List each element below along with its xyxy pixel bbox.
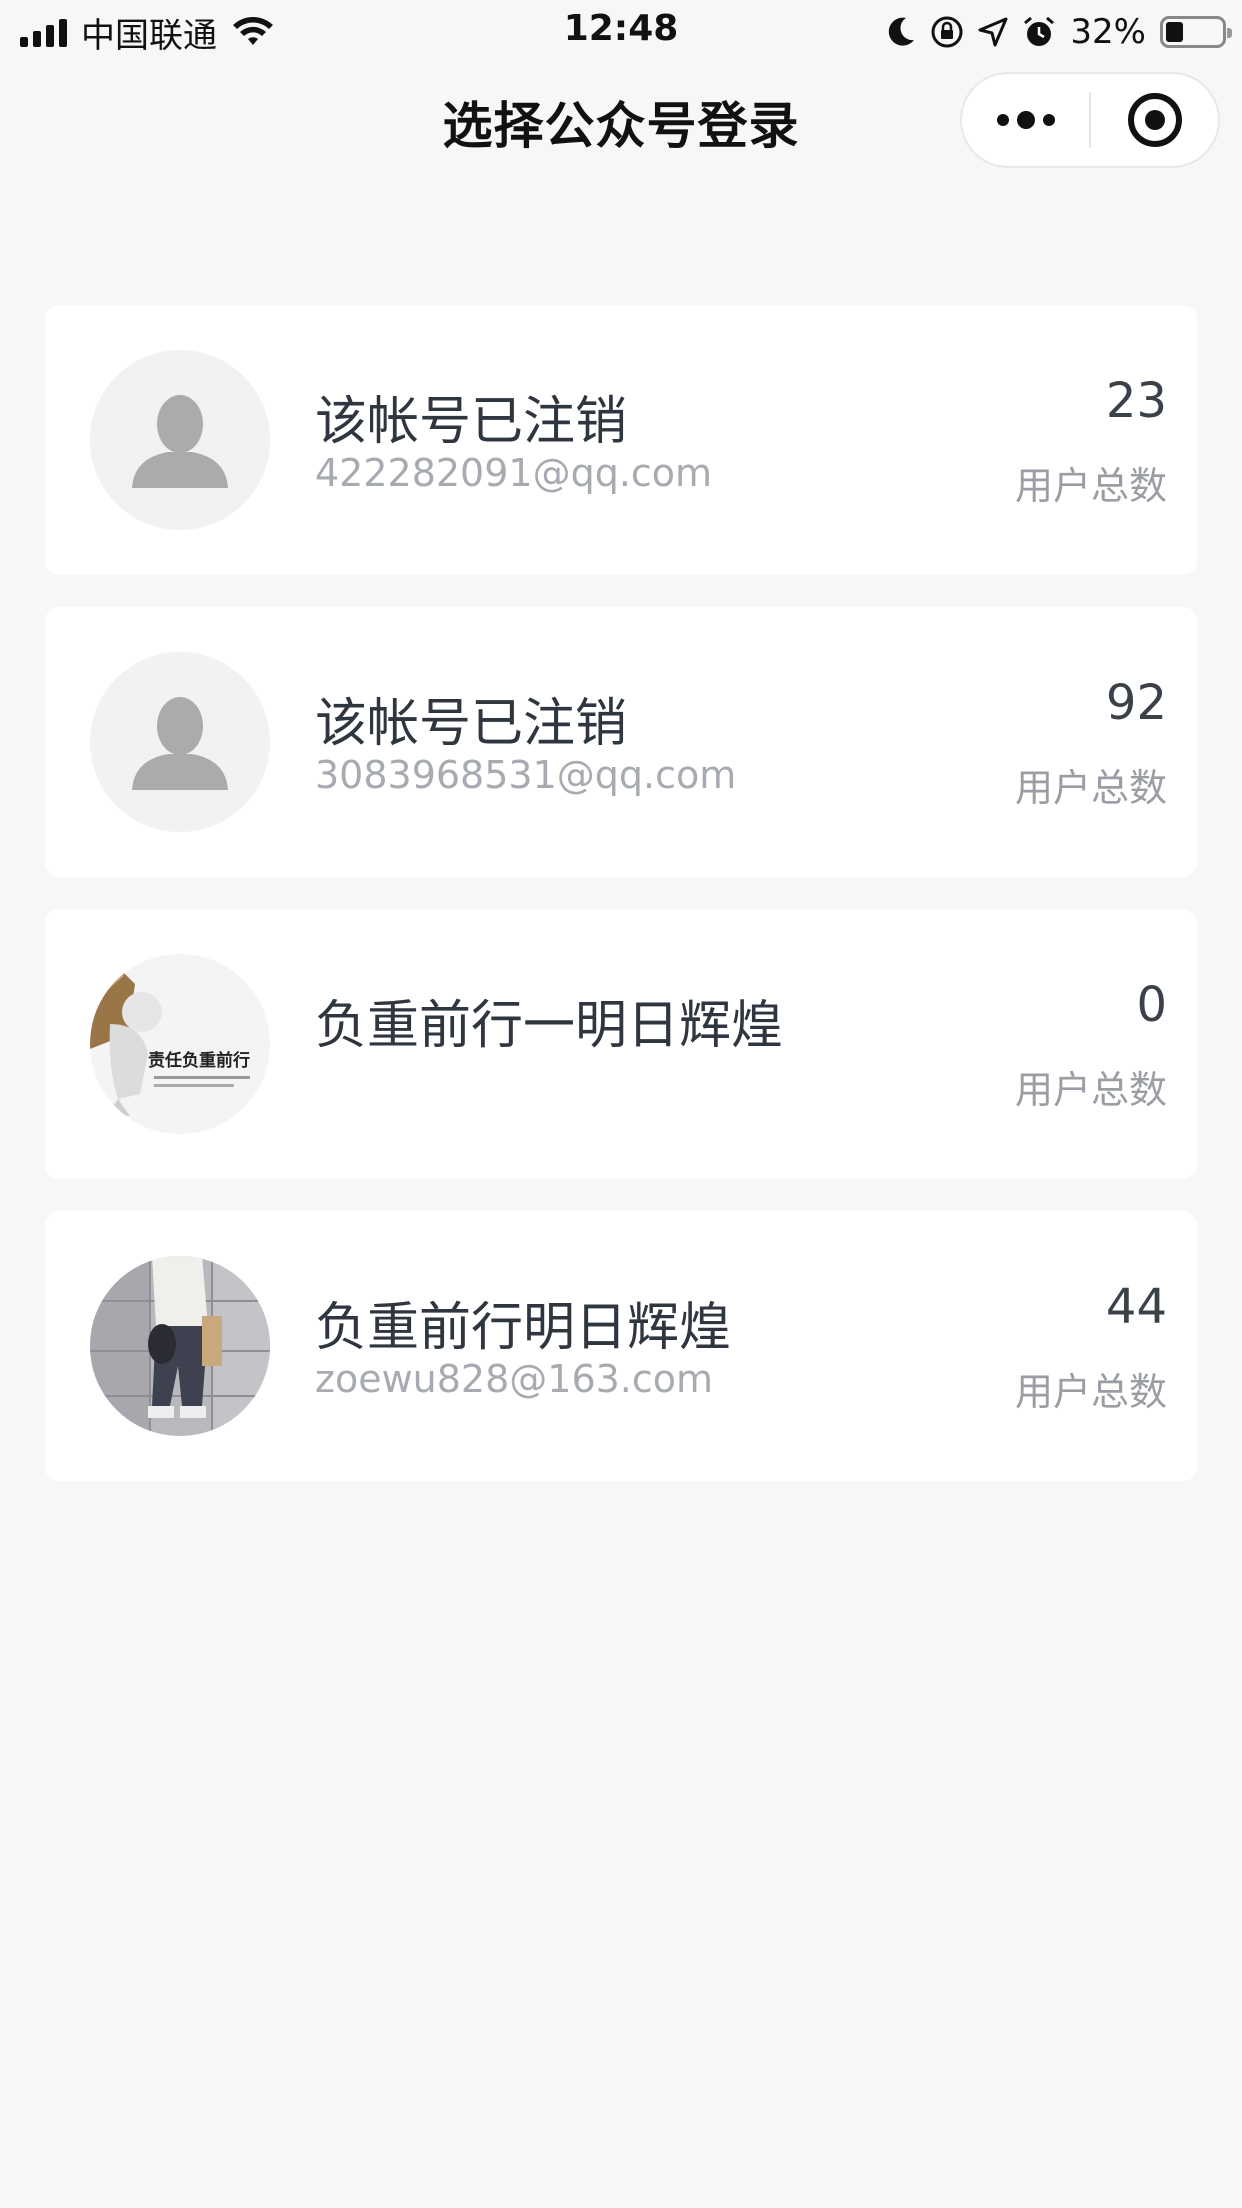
account-list: 该帐号已注销 422282091@qq.com 23 用户总数 该帐号已注销 3…	[45, 305, 1197, 1513]
battery-percentage: 32%	[1070, 12, 1146, 52]
person-silhouette-icon	[90, 350, 270, 530]
more-icon	[996, 114, 1009, 126]
user-count: 44	[1105, 1279, 1167, 1335]
account-email: 422282091@qq.com	[315, 451, 713, 495]
location-icon	[978, 17, 1008, 47]
account-name: 该帐号已注销	[315, 694, 628, 754]
user-count: 23	[1105, 373, 1167, 429]
user-count: 0	[1136, 977, 1167, 1033]
account-card[interactable]: 责任负重前行 负重前行一明日辉煌 0 用户总数	[45, 909, 1197, 1179]
user-count-label: 用户总数	[1014, 1370, 1167, 1414]
status-bar-right: 32%	[886, 10, 1232, 54]
moon-icon	[889, 17, 915, 46]
account-email: 3083968531@qq.com	[315, 753, 737, 797]
account-name: 负重前行一明日辉煌	[315, 996, 784, 1056]
account-name: 该帐号已注销	[315, 392, 628, 452]
default-user-avatar	[90, 652, 270, 832]
status-bar: 中国联通 12:48 32%	[0, 0, 1242, 64]
user-count-label: 用户总数	[1014, 464, 1167, 508]
close-target-icon	[1127, 93, 1182, 147]
screen: 中国联通 12:48 32% 选择公众号登录 该帐号已注销 422282091@…	[0, 0, 1242, 2208]
svg-text:责任负重前行: 责任负重前行	[148, 1050, 250, 1071]
person-photo-image	[90, 1256, 270, 1436]
default-user-avatar	[90, 350, 270, 530]
rotation-lock-icon	[931, 16, 963, 48]
person-silhouette-icon	[90, 652, 270, 832]
more-icon-dot	[1042, 114, 1055, 126]
battery-icon	[1160, 16, 1232, 48]
account-name: 负重前行明日辉煌	[315, 1298, 732, 1358]
account-card[interactable]: 该帐号已注销 3083968531@qq.com 92 用户总数	[45, 607, 1197, 877]
user-count-label: 用户总数	[1014, 1068, 1167, 1112]
carrying-box-figure-image: 责任负重前行	[90, 954, 270, 1134]
battery-fill	[1166, 22, 1183, 42]
account-card[interactable]: 负重前行明日辉煌 zoewu828@163.com 44 用户总数	[45, 1211, 1197, 1481]
mini-program-capsule	[960, 72, 1220, 168]
carrying-box-figure-avatar: 责任负重前行	[90, 954, 270, 1134]
more-icon-dot	[1016, 111, 1035, 129]
account-email: zoewu828@163.com	[315, 1357, 714, 1401]
person-photo-avatar	[90, 1256, 270, 1436]
close-button[interactable]	[1091, 74, 1218, 166]
more-button[interactable]	[962, 74, 1089, 166]
user-count-label: 用户总数	[1014, 766, 1167, 810]
user-count: 92	[1105, 675, 1167, 731]
account-card[interactable]: 该帐号已注销 422282091@qq.com 23 用户总数	[45, 305, 1197, 575]
alarm-icon	[1024, 16, 1055, 46]
